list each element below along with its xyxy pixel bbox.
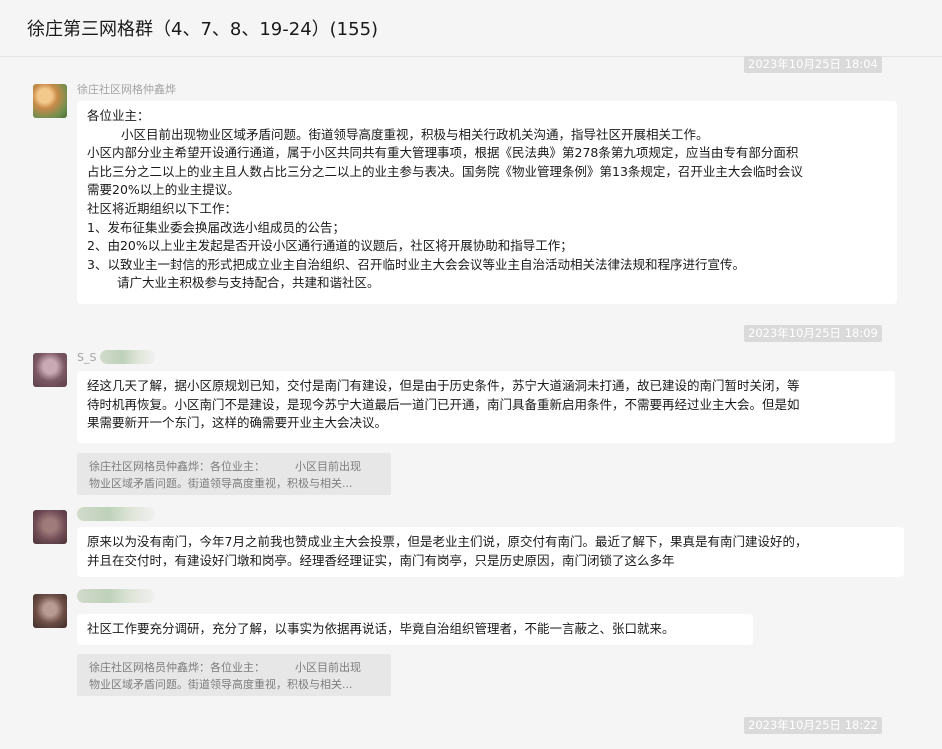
quote-text: 物业区域矛盾问题。街道领导高度重视，积极与相关... bbox=[89, 477, 353, 490]
avatar[interactable] bbox=[33, 510, 67, 544]
message-line: 并且在交付时，有建设好门墩和岗亭。经理香经理证实，南门有岗亭，只是历史原因，南门… bbox=[87, 552, 675, 568]
blurred-name bbox=[77, 589, 155, 603]
message-bubble[interactable]: 社区工作要充分调研，充分了解，以事实为依据再说话，毕竟自治组织管理者，不能一言蔽… bbox=[77, 614, 753, 645]
message-line: 社区工作要充分调研，充分了解，以事实为依据再说话，毕竟自治组织管理者，不能一言蔽… bbox=[87, 621, 675, 636]
message-line: 果需要新开一个东门，这样的确需要开业主大会决议。 bbox=[87, 415, 388, 431]
quote-text: 小区目前出现 bbox=[295, 661, 361, 674]
message-line: 待时机再恢复。小区南门不是建设，是现今苏宁大道最后一道门已开通，南门具备重新启用… bbox=[87, 396, 800, 412]
message-line: 占比三分之二以上的业主且人数占比三分之二以上的业主参与表决。国务院《物业管理条例… bbox=[87, 163, 803, 179]
message-line: 1、发布征集业委会换届改选小组成员的公告； bbox=[87, 219, 345, 235]
message-list[interactable]: 2023年10月25日 18:04 徐庄社区网格仲鑫烨 各位业主： 小区目前出现… bbox=[0, 56, 942, 749]
quote-text: 徐庄社区网格员仲鑫烨：各位业主： bbox=[89, 460, 265, 473]
timestamp: 2023年10月25日 18:22 bbox=[744, 717, 882, 734]
message-line: 2、由20%以上业主发起是否开设小区通行通道的议题后，社区将开展协助和指导工作； bbox=[87, 238, 573, 254]
quoted-message[interactable]: 徐庄社区网格员仲鑫烨：各位业主： 小区目前出现 物业区域矛盾问题。街道领导高度重视… bbox=[77, 654, 391, 696]
quote-text: 徐庄社区网格员仲鑫烨：各位业主： bbox=[89, 661, 265, 674]
message-bubble[interactable]: 各位业主： 小区目前出现物业区域矛盾问题。街道领导高度重视，积极与相关行政机关沟… bbox=[77, 101, 897, 304]
timestamp: 2023年10月25日 18:04 bbox=[744, 56, 882, 73]
message-bubble[interactable]: 原来以为没有南门，今年7月之前我也赞成业主大会投票，但是老业主们说，原交付有南门… bbox=[77, 527, 904, 577]
message-line: 3、以致业主一封信的形式把成立业主自治组织、召开临时业主大会会议等业主自治活动相… bbox=[87, 256, 745, 272]
chat-header: 徐庄第三网格群（4、7、8、19-24）(155) bbox=[0, 0, 942, 57]
message-line: 请广大业主积极参与支持配合，共建和谐社区。 bbox=[117, 275, 380, 291]
quote-text: 小区目前出现 bbox=[295, 460, 361, 473]
avatar[interactable] bbox=[33, 84, 67, 118]
message-bubble[interactable]: 经这几天了解，据小区原规划已知，交付是南门有建设，但是由于历史条件，苏宁大道涵洞… bbox=[77, 371, 895, 443]
sender-name: S_S bbox=[77, 351, 97, 364]
avatar[interactable] bbox=[33, 594, 67, 628]
message-line: 小区内部分业主希望开设通行通道，属于小区共同共有重大管理事项，根据《民法典》第2… bbox=[87, 145, 799, 161]
quote-text: 物业区域矛盾问题。街道领导高度重视，积极与相关... bbox=[89, 678, 353, 691]
message-line: 原来以为没有南门，今年7月之前我也赞成业主大会投票，但是老业主们说，原交付有南门… bbox=[87, 534, 808, 549]
quoted-message[interactable]: 徐庄社区网格员仲鑫烨：各位业主： 小区目前出现 物业区域矛盾问题。街道领导高度重视… bbox=[77, 453, 391, 495]
blurred-name bbox=[77, 507, 155, 521]
message-line: 小区目前出现物业区域矛盾问题。街道领导高度重视，积极与相关行政机关沟通，指导社区… bbox=[121, 126, 709, 142]
message-line: 需要20%以上的业主提议。 bbox=[87, 182, 240, 198]
timestamp: 2023年10月25日 18:09 bbox=[744, 325, 882, 342]
group-title[interactable]: 徐庄第三网格群（4、7、8、19-24）(155) bbox=[27, 15, 378, 41]
message-line: 社区将近期组织以下工作： bbox=[87, 200, 238, 216]
avatar[interactable] bbox=[33, 353, 67, 387]
blurred-name bbox=[100, 350, 155, 364]
message-line: 经这几天了解，据小区原规划已知，交付是南门有建设，但是由于历史条件，苏宁大道涵洞… bbox=[87, 378, 800, 393]
message-line: 各位业主： bbox=[87, 108, 150, 123]
sender-name: 徐庄社区网格仲鑫烨 bbox=[77, 83, 176, 96]
